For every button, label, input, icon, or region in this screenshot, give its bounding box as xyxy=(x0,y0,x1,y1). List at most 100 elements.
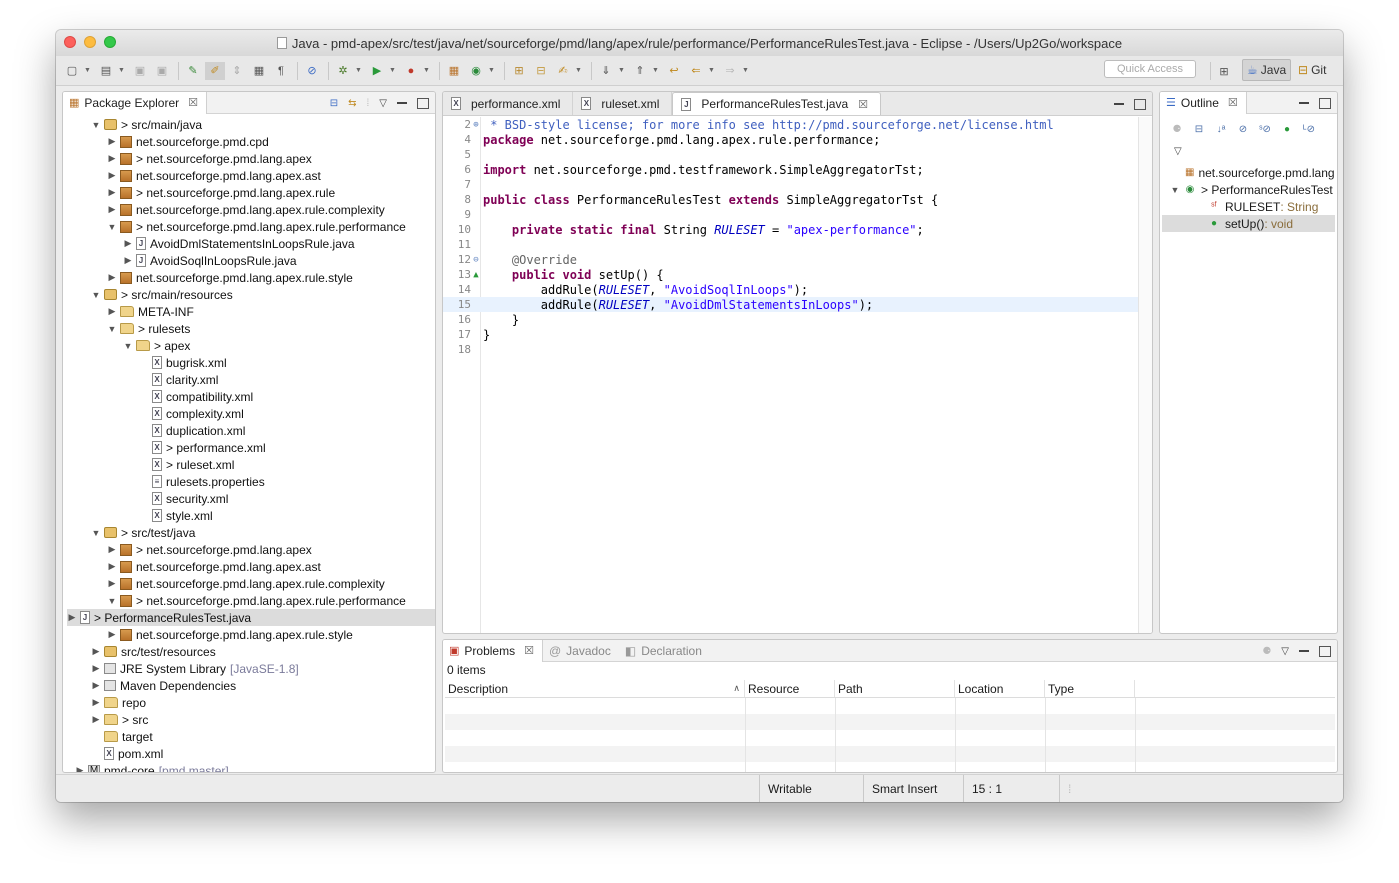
last-edit-location-icon[interactable]: ↩ xyxy=(664,62,684,80)
collapsed-twisty-icon[interactable]: ▶ xyxy=(107,544,117,555)
code-editor[interactable]: 2 ⊕ * BSD-style license; for more info se… xyxy=(443,117,1138,633)
code-line[interactable]: 6 import net.sourceforge.pmd.testframewor… xyxy=(443,162,1138,177)
maximize-icon[interactable] xyxy=(417,97,429,109)
tree-item[interactable]: ▶ J > PerformanceRulesTest.java xyxy=(67,609,435,626)
collapsed-twisty-icon[interactable]: ▶ xyxy=(67,612,77,623)
code-line[interactable]: 7 xyxy=(443,177,1138,192)
collapsed-twisty-icon[interactable]: ▶ xyxy=(91,714,101,725)
close-icon[interactable]: ☒ xyxy=(188,96,198,109)
collapsed-twisty-icon[interactable]: ▶ xyxy=(107,204,117,215)
expanded-twisty-icon[interactable]: ▼ xyxy=(107,596,117,606)
code-line[interactable]: 14 addRule(RULESET, "AvoidSoqlInLoops"); xyxy=(443,282,1138,297)
hide-fields-icon[interactable]: ⊘ xyxy=(1236,122,1250,136)
minimize-icon[interactable] xyxy=(1114,103,1124,105)
run-dropdown-icon[interactable]: ▼ xyxy=(389,67,397,74)
collapsed-twisty-icon[interactable]: ▶ xyxy=(107,136,117,147)
code-line[interactable]: 2 ⊕ * BSD-style license; for more info se… xyxy=(443,117,1138,132)
new-dropdown-icon[interactable]: ▼ xyxy=(84,67,92,74)
run-external-dropdown-icon[interactable]: ▼ xyxy=(423,67,431,74)
pilcrow-icon[interactable]: ¶ xyxy=(271,62,291,80)
outline-item[interactable]: ▦net.sourceforge.pmd.lang.apex.rule.perf… xyxy=(1162,164,1335,181)
outline-view-menu[interactable]: ▽ xyxy=(1174,146,1182,157)
run-external-icon[interactable]: ● xyxy=(401,62,421,80)
close-icon[interactable]: ☒ xyxy=(1228,96,1238,109)
focus-icon[interactable]: ⚈ xyxy=(1262,646,1271,657)
collapsed-twisty-icon[interactable]: ▶ xyxy=(91,646,101,657)
tree-item[interactable]: Xcomplexity.xml xyxy=(139,405,244,422)
new-file-icon[interactable]: ▤ xyxy=(96,62,116,80)
collapsed-twisty-icon[interactable]: ▶ xyxy=(107,153,117,164)
tree-item[interactable]: ▶ Mpmd-core [pmd master] xyxy=(75,762,229,772)
code-line[interactable]: 13 ▲ public void setUp() { xyxy=(443,267,1138,282)
collapsed-twisty-icon[interactable]: ▶ xyxy=(107,187,117,198)
tree-item[interactable]: ▶ J AvoidDmlStatementsInLoopsRule.java xyxy=(123,235,355,252)
tab-package-explorer[interactable]: ▦ Package Explorer ☒ xyxy=(63,92,207,114)
new-file-dropdown-icon[interactable]: ▼ xyxy=(118,67,126,74)
tree-item[interactable]: ▶ net.sourceforge.pmd.lang.apex.rule.comp… xyxy=(107,575,385,592)
tree-item[interactable]: ▶ net.sourceforge.pmd.cpd xyxy=(107,133,269,150)
column-path[interactable]: Path xyxy=(835,680,955,697)
new-class-icon[interactable]: ◉ xyxy=(466,62,486,80)
code-line[interactable]: 4 package net.sourceforge.pmd.lang.apex.r… xyxy=(443,132,1138,147)
perspective-git[interactable]: ⊟ Git xyxy=(1294,59,1330,81)
sort-icon[interactable]: ↓ᵃ xyxy=(1214,122,1228,136)
minimize-icon[interactable] xyxy=(1299,102,1309,104)
fold-expand-icon[interactable]: ⊕ xyxy=(471,120,481,130)
tree-item[interactable]: Xclarity.xml xyxy=(139,371,218,388)
expanded-twisty-icon[interactable]: ▼ xyxy=(1170,185,1180,195)
column-type[interactable]: Type xyxy=(1045,680,1135,697)
collapsed-twisty-icon[interactable]: ▶ xyxy=(107,272,117,283)
previous-annotation-icon[interactable]: ⇑ xyxy=(630,62,650,80)
link-with-editor-icon[interactable]: ⇆ xyxy=(348,98,356,109)
close-icon[interactable]: ☒ xyxy=(524,644,534,657)
code-line-current[interactable]: 15 addRule(RULESET, "AvoidDmlStatementsI… xyxy=(443,297,1138,312)
code-line[interactable]: 16 } xyxy=(443,312,1138,327)
highlight-icon[interactable]: ✐ xyxy=(205,61,225,80)
column-location[interactable]: Location xyxy=(955,680,1045,697)
debug-icon[interactable]: ✲ xyxy=(333,62,353,80)
block-selection-icon[interactable]: ▦ xyxy=(249,62,269,80)
tree-item[interactable]: ▼ > src/main/resources xyxy=(91,286,233,303)
collapsed-twisty-icon[interactable]: ▶ xyxy=(123,255,133,266)
tab-declaration[interactable]: ◧ Declaration xyxy=(619,640,710,662)
tree-item[interactable]: ▶ src/test/resources xyxy=(91,643,216,660)
expanded-twisty-icon[interactable]: ▼ xyxy=(91,528,101,538)
debug-dropdown-icon[interactable]: ▼ xyxy=(355,67,363,74)
tree-item[interactable]: ▶ JRE System Library [JavaSE-1.8] xyxy=(91,660,299,677)
expanded-twisty-icon[interactable]: ▼ xyxy=(123,341,133,351)
view-menu-icon[interactable]: ▽ xyxy=(1281,646,1289,657)
tree-item[interactable]: ▶ J AvoidSoqlInLoopsRule.java xyxy=(123,252,297,269)
code-line[interactable]: 11 xyxy=(443,237,1138,252)
tree-item[interactable]: ▼ > apex xyxy=(123,337,191,354)
outline-item[interactable]: ● setUp() : void xyxy=(1162,215,1335,232)
outline-item[interactable]: ˢᶠ RULESET : String xyxy=(1162,198,1335,215)
back-dropdown-icon[interactable]: ▼ xyxy=(708,67,716,74)
tree-item[interactable]: target xyxy=(91,728,153,745)
collapse-all-icon[interactable]: ⊟ xyxy=(330,98,338,109)
maximize-icon[interactable] xyxy=(1319,645,1331,657)
collapsed-twisty-icon[interactable]: ▶ xyxy=(107,561,117,572)
tree-item[interactable]: ▶ > src xyxy=(91,711,149,728)
new-package-icon[interactable]: ▦ xyxy=(444,62,464,80)
tree-item[interactable]: Xcompatibility.xml xyxy=(139,388,253,405)
tree-item[interactable]: ▶ net.sourceforge.pmd.lang.apex.rule.styl… xyxy=(107,626,353,643)
expanded-twisty-icon[interactable]: ▼ xyxy=(107,222,117,232)
back-icon[interactable]: ⇐ xyxy=(686,62,706,80)
code-line[interactable]: 5 xyxy=(443,147,1138,162)
quick-access-field[interactable]: Quick Access xyxy=(1104,60,1196,78)
search-dropdown-icon[interactable]: ▼ xyxy=(575,67,583,74)
code-line[interactable]: 8 public class PerformanceRulesTest exten… xyxy=(443,192,1138,207)
tree-item[interactable]: ▼ > src/test/java xyxy=(91,524,196,541)
new-icon[interactable]: ▢ xyxy=(62,62,82,80)
expanded-twisty-icon[interactable]: ▼ xyxy=(107,324,117,334)
tree-item[interactable]: ≡ rulesets.properties xyxy=(139,473,265,490)
minimize-icon[interactable] xyxy=(1299,650,1309,652)
open-folder-icon[interactable]: ⊟ xyxy=(531,62,551,80)
tree-item[interactable]: ▼ > src/main/java xyxy=(91,116,203,133)
hide-nonpublic-icon[interactable]: ● xyxy=(1280,122,1294,136)
collapsed-twisty-icon[interactable]: ▶ xyxy=(107,306,117,317)
search-icon[interactable]: ✍ xyxy=(553,62,573,80)
code-line[interactable]: 12 ⊖ @Override xyxy=(443,252,1138,267)
tree-item[interactable]: ▶ > net.sourceforge.pmd.lang.apex xyxy=(107,541,312,558)
tree-item[interactable]: ▶ repo xyxy=(91,694,147,711)
